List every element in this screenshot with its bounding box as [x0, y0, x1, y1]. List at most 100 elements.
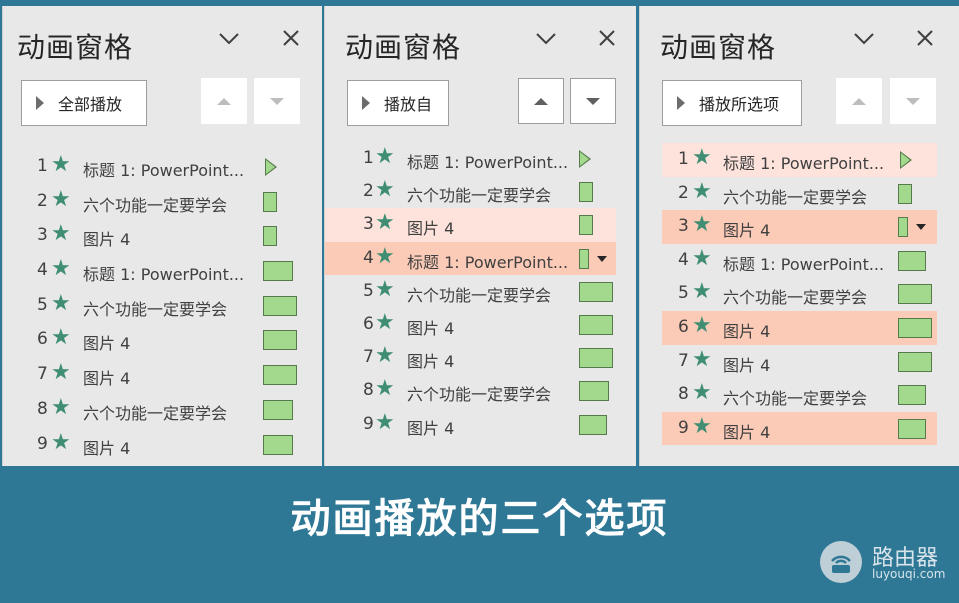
animation-list-item[interactable]: 8 ★ 六个功能一定要学会	[662, 378, 937, 412]
item-order-number: 7	[37, 364, 48, 385]
timing-bar[interactable]	[898, 418, 926, 439]
timing-bar[interactable]	[579, 348, 613, 369]
item-label: 图片 4	[83, 334, 131, 354]
item-label: 标题 1: PowerPoint...	[83, 265, 245, 285]
play-button-label: 播放自	[384, 95, 433, 114]
play-selected-button[interactable]: 播放所选项	[662, 80, 802, 126]
animation-list-item[interactable]: 4 ★ 标题 1: PowerPoint...	[3, 254, 322, 289]
timing-start-icon	[579, 150, 591, 168]
entrance-effect-star-icon: ★	[51, 186, 71, 212]
animation-list-item[interactable]: 7 ★ 图片 4	[662, 345, 937, 379]
timing-bar[interactable]	[263, 191, 277, 212]
timing-bar[interactable]	[263, 365, 297, 386]
timing-bar[interactable]	[579, 381, 609, 402]
item-order-number: 8	[678, 384, 689, 405]
play-all-button[interactable]: 全部播放	[21, 80, 147, 126]
entrance-effect-star-icon: ★	[51, 290, 71, 316]
animation-list-item[interactable]: 7 ★ 图片 4	[3, 358, 322, 393]
animation-list-item[interactable]: 2 ★ 六个功能一定要学会	[662, 177, 937, 211]
timing-bar[interactable]	[579, 248, 589, 269]
animation-list-item[interactable]: 1 ★ 标题 1: PowerPoint...	[662, 143, 937, 177]
move-up-button[interactable]	[201, 78, 247, 124]
item-order-number: 4	[363, 247, 374, 268]
animation-list-item[interactable]: 2 ★ 六个功能一定要学会	[3, 185, 322, 220]
animation-list-item[interactable]: 8 ★ 六个功能一定要学会	[325, 374, 616, 407]
close-icon[interactable]	[595, 26, 619, 50]
timing-bar[interactable]	[898, 385, 926, 406]
animation-list-item[interactable]: 5 ★ 六个功能一定要学会	[3, 289, 322, 324]
timing-bar[interactable]	[579, 182, 593, 203]
timing-bar[interactable]	[898, 351, 932, 372]
animation-list-item[interactable]: 5 ★ 六个功能一定要学会	[325, 275, 616, 308]
chevron-down-icon[interactable]	[534, 26, 558, 50]
entrance-effect-star-icon: ★	[375, 309, 395, 335]
animation-list-item[interactable]: 3 ★ 图片 4	[3, 219, 322, 254]
play-icon	[677, 96, 685, 110]
entrance-effect-star-icon: ★	[692, 312, 712, 338]
caption-banner: 动画播放的三个选项	[0, 466, 959, 603]
timing-bar[interactable]	[579, 215, 593, 236]
timing-bar[interactable]	[898, 317, 932, 338]
close-icon[interactable]	[279, 26, 303, 50]
item-label: 六个功能一定要学会	[407, 285, 552, 305]
move-up-button[interactable]	[518, 78, 564, 124]
animation-list-item[interactable]: 8 ★ 六个功能一定要学会	[3, 393, 322, 428]
close-icon[interactable]	[913, 26, 937, 50]
animation-list-item[interactable]: 3 ★ 图片 4	[662, 210, 937, 244]
timing-bar[interactable]	[263, 399, 293, 420]
animation-list-item[interactable]: 4 ★ 标题 1: PowerPoint...	[662, 244, 937, 278]
animation-list-item[interactable]: 2 ★ 六个功能一定要学会	[325, 175, 616, 208]
item-order-number: 2	[37, 190, 48, 211]
animation-list-item[interactable]: 9 ★ 图片 4	[3, 428, 322, 463]
animation-list-item[interactable]: 4 ★ 标题 1: PowerPoint...	[325, 241, 616, 275]
item-label: 六个功能一定要学会	[723, 389, 868, 409]
item-order-number: 5	[363, 280, 374, 301]
move-up-button[interactable]	[836, 78, 882, 124]
animation-list-item[interactable]: 9 ★ 图片 4	[662, 411, 937, 446]
timing-bar[interactable]	[263, 434, 293, 455]
chevron-down-icon[interactable]	[217, 26, 241, 50]
timing-bar[interactable]	[898, 250, 926, 271]
item-dropdown-icon[interactable]	[597, 255, 607, 262]
play-from-button[interactable]: 播放自	[347, 80, 449, 126]
animation-list-item[interactable]: 7 ★ 图片 4	[325, 341, 616, 374]
move-down-button[interactable]	[570, 78, 616, 124]
animation-list-item[interactable]: 3 ★ 图片 4	[325, 208, 616, 242]
animation-list-item[interactable]: 6 ★ 图片 4	[3, 323, 322, 358]
item-label: 六个功能一定要学会	[723, 187, 868, 207]
animation-list-item[interactable]: 6 ★ 图片 4	[325, 308, 616, 341]
timing-bar[interactable]	[263, 330, 297, 351]
animation-list-item[interactable]: 1 ★ 标题 1: PowerPoint...	[325, 142, 616, 175]
item-order-number: 2	[363, 181, 374, 202]
item-label: 六个功能一定要学会	[723, 288, 868, 308]
timing-bar[interactable]	[579, 281, 613, 302]
animation-list-item[interactable]: 6 ★ 图片 4	[662, 310, 937, 345]
timing-bar[interactable]	[263, 226, 277, 247]
item-order-number: 6	[37, 329, 48, 350]
timing-bar[interactable]	[898, 284, 932, 305]
animation-list-item[interactable]: 1 ★ 标题 1: PowerPoint...	[3, 150, 322, 185]
timing-bar[interactable]	[579, 314, 613, 335]
animation-pane-1: 动画窗格 全部播放 1 ★ 标题 1: PowerPoint... 2 ★ 六个功能一定要…	[2, 6, 322, 466]
timing-bar[interactable]	[263, 295, 297, 316]
move-down-button[interactable]	[254, 78, 300, 124]
timing-start-icon	[265, 158, 277, 176]
timing-bar[interactable]	[898, 217, 908, 238]
item-order-number: 1	[678, 149, 689, 169]
move-down-button[interactable]	[890, 78, 936, 124]
banner-title: 动画播放的三个选项	[290, 496, 669, 542]
entrance-effect-star-icon: ★	[51, 152, 71, 177]
timing-bar[interactable]	[898, 183, 912, 204]
play-icon	[362, 96, 370, 110]
item-dropdown-icon[interactable]	[916, 224, 926, 231]
animation-pane-3: 动画窗格 播放所选项 1 ★ 标题 1: PowerPoint... 2 ★ 六个功能一定…	[639, 6, 959, 466]
entrance-effect-star-icon: ★	[51, 360, 71, 386]
pane-title: 动画窗格	[660, 31, 777, 64]
animation-list-item[interactable]: 9 ★ 图片 4	[325, 408, 616, 441]
animation-list-item[interactable]: 5 ★ 六个功能一定要学会	[662, 277, 937, 311]
item-label: 六个功能一定要学会	[83, 403, 228, 423]
item-order-number: 7	[363, 347, 374, 368]
chevron-down-icon[interactable]	[852, 26, 876, 50]
timing-bar[interactable]	[579, 414, 607, 435]
timing-bar[interactable]	[263, 261, 293, 282]
